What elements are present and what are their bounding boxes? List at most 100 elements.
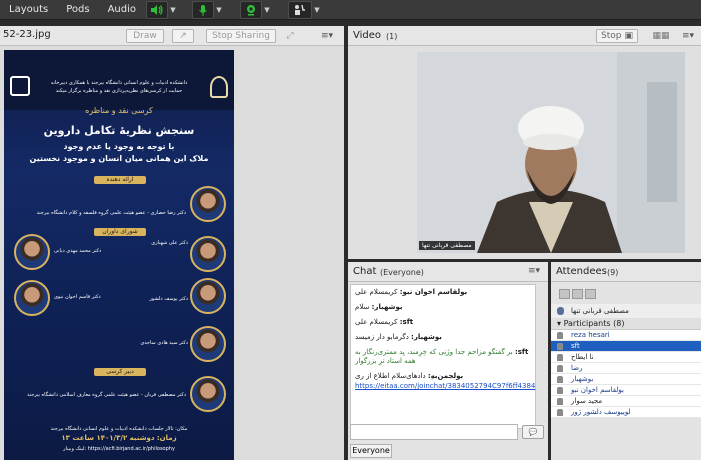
- judge-caption-3: دکتر یوسف دلشور: [149, 296, 188, 302]
- chevron-down-icon[interactable]: ▼: [168, 1, 178, 19]
- poster-webinar: لینک وبینار: https://acfi.birjand.ac.ir/…: [4, 446, 234, 452]
- pod-menu-icon[interactable]: ≡▾: [528, 266, 540, 276]
- webcam-icon[interactable]: [240, 1, 262, 19]
- secretary-banner: دبیر کرسی: [94, 368, 146, 376]
- attendee-row[interactable]: بوشهبار: [551, 374, 701, 385]
- share-file-name: 52-23.jpg: [3, 29, 51, 40]
- speaker-figure: [417, 52, 685, 253]
- attendee-name: بوشهبار: [571, 375, 594, 383]
- attendee-row[interactable]: لوییوسف دلشور ژور: [551, 407, 701, 418]
- raise-hand-tool[interactable]: ▼: [288, 1, 322, 19]
- pod-menu-icon[interactable]: ≡▾: [316, 29, 338, 43]
- user-icon: [557, 365, 563, 372]
- pod-menu-icon[interactable]: ≡▾: [678, 29, 698, 43]
- chevron-down-icon[interactable]: ▼: [214, 1, 224, 19]
- poster-url: https://acfi.birjand.ac.ir/philosophy: [87, 446, 175, 452]
- sync-button[interactable]: ↗: [172, 29, 194, 43]
- attendees-toolbar: [551, 284, 701, 304]
- series-title: کرسی نقد و مناظره: [85, 106, 153, 115]
- list-view-icon[interactable]: [559, 289, 570, 299]
- user-icon: [557, 398, 563, 405]
- poster-webinar-label: لینک وبینار:: [63, 446, 87, 452]
- attendee-name: رضا: [571, 364, 583, 372]
- attendee-name: بولقاسم اخوان نبو: [571, 386, 624, 394]
- attendee-row[interactable]: نا ایطاح: [551, 352, 701, 363]
- webcam-tool[interactable]: ▼: [240, 1, 272, 19]
- stop-video-button[interactable]: Stop ▣: [596, 29, 638, 43]
- chat-message: بولقاسم اخوان نبو: کریمسلام علی: [355, 288, 531, 297]
- speaker-tool[interactable]: ▼: [146, 1, 178, 19]
- chat-sender: بولقاسم اخوان نبو:: [399, 288, 468, 296]
- chat-text: کریمسلام علی: [355, 318, 398, 326]
- attendee-row[interactable]: بولقاسم اخوان نبو: [551, 385, 701, 396]
- status-view-icon[interactable]: [572, 289, 583, 299]
- microphone-icon[interactable]: [192, 1, 214, 19]
- menu-bar: Layouts Pods Audio: [0, 0, 701, 20]
- chat-sender: sft:: [399, 318, 414, 326]
- judge-caption-4: دکتر قاسم اخوان نبوی: [54, 294, 101, 300]
- attendees-pod-header: Attendees (9): [551, 262, 701, 282]
- chat-text: کریمسلام علی: [355, 288, 398, 296]
- attendee-row[interactable]: رضا: [551, 363, 701, 374]
- host-name: مصطفی قربانی تنها: [571, 307, 629, 315]
- chat-message: sft: کریمسلام علی: [355, 318, 531, 327]
- menu-layouts[interactable]: Layouts: [0, 0, 57, 20]
- attendee-row[interactable]: مجید سوار: [551, 396, 701, 407]
- presenter-banner: ارائه دهنده: [94, 176, 146, 184]
- video-count: (1): [386, 32, 398, 41]
- fullscreen-icon[interactable]: ⤢: [282, 29, 298, 43]
- chat-sender: sft:: [514, 348, 529, 356]
- microphone-tool[interactable]: ▼: [192, 1, 224, 19]
- video-title: Video: [353, 30, 382, 41]
- chat-messages: بولقاسم اخوان نبو: کریمسلام علی بوشهبار:…: [350, 284, 536, 429]
- attendee-row[interactable]: sft: [551, 341, 701, 352]
- chat-sender: بولجمن‌بهِ:: [427, 372, 464, 380]
- share-pod-header: 52-23.jpg Draw ↗ Stop Sharing ⤢ ≡▾: [0, 26, 344, 46]
- menu-pods[interactable]: Pods: [57, 0, 98, 20]
- attendee-row[interactable]: reza hesari: [551, 330, 701, 341]
- presenter-photo: [190, 186, 226, 222]
- judge-caption-5: دکتر سید هادی ساجدی: [140, 340, 188, 346]
- chat-pod-header: Chat (Everyone) ≡▾: [348, 262, 548, 282]
- chat-scope: (Everyone): [380, 268, 424, 277]
- judge-photo-3: [190, 278, 226, 314]
- video-pod: Video (1) Stop ▣ ▦▦ ≡▾ مصطفی قربانی تنها: [348, 26, 701, 259]
- video-pod-header: Video (1) Stop ▣ ▦▦ ≡▾: [348, 26, 701, 46]
- raise-hand-icon[interactable]: [288, 1, 312, 19]
- chat-scope-button[interactable]: Everyone: [350, 444, 392, 458]
- organizer-line: دانشکده ادبیات و علوم انسانی دانشگاه بیر…: [50, 80, 188, 86]
- user-icon: [557, 409, 563, 416]
- chat-link[interactable]: https://eitaa.com/joinchat/3834052794C97…: [355, 382, 535, 390]
- judge-photo-1: [190, 236, 226, 272]
- attendee-name: sft: [571, 342, 580, 350]
- judge-photo-4: [14, 280, 50, 316]
- grid-layout-icon[interactable]: ▦▦: [650, 29, 672, 43]
- chat-text: سلام: [355, 303, 370, 311]
- attendee-name: reza hesari: [571, 331, 610, 339]
- chat-input[interactable]: [350, 424, 518, 440]
- breakout-icon[interactable]: [585, 289, 596, 299]
- chat-title: Chat: [353, 266, 377, 277]
- send-button[interactable]: 💬: [522, 425, 544, 439]
- host-row[interactable]: مصطفی قربانی تنها: [551, 304, 701, 318]
- share-pod: 52-23.jpg Draw ↗ Stop Sharing ⤢ ≡▾ دانشک…: [0, 26, 344, 460]
- menu-audio[interactable]: Audio: [99, 0, 145, 20]
- stop-sharing-button[interactable]: Stop Sharing: [206, 29, 276, 43]
- participants-group[interactable]: ▾ Participants (8): [551, 318, 701, 330]
- attendees-list: مصطفی قربانی تنها ▾ Participants (8) rez…: [551, 284, 701, 418]
- draw-button[interactable]: Draw: [126, 29, 164, 43]
- chevron-down-icon[interactable]: ▼: [312, 1, 322, 19]
- user-icon: [557, 376, 563, 383]
- camera-icon: ▣: [624, 31, 633, 41]
- attendee-name: مجید سوار: [571, 397, 603, 405]
- judge-caption-2: دکتر محمد مهدی دیانی: [54, 248, 102, 254]
- chat-message: بوشهبار: سلام: [355, 303, 531, 312]
- chevron-down-icon[interactable]: ▼: [262, 1, 272, 19]
- poster-main-title: سنجش نظریهٔ تکامل داروین: [43, 124, 195, 137]
- speaker-icon[interactable]: [146, 1, 168, 19]
- user-icon: [557, 343, 563, 350]
- judge-photo-5: [190, 326, 226, 362]
- stop-video-label: Stop: [601, 31, 622, 41]
- chat-text: بر گفتگو مزاحم جدا وزَنِی که خِرِمند، یِ…: [355, 348, 513, 365]
- host-icon: [557, 307, 564, 315]
